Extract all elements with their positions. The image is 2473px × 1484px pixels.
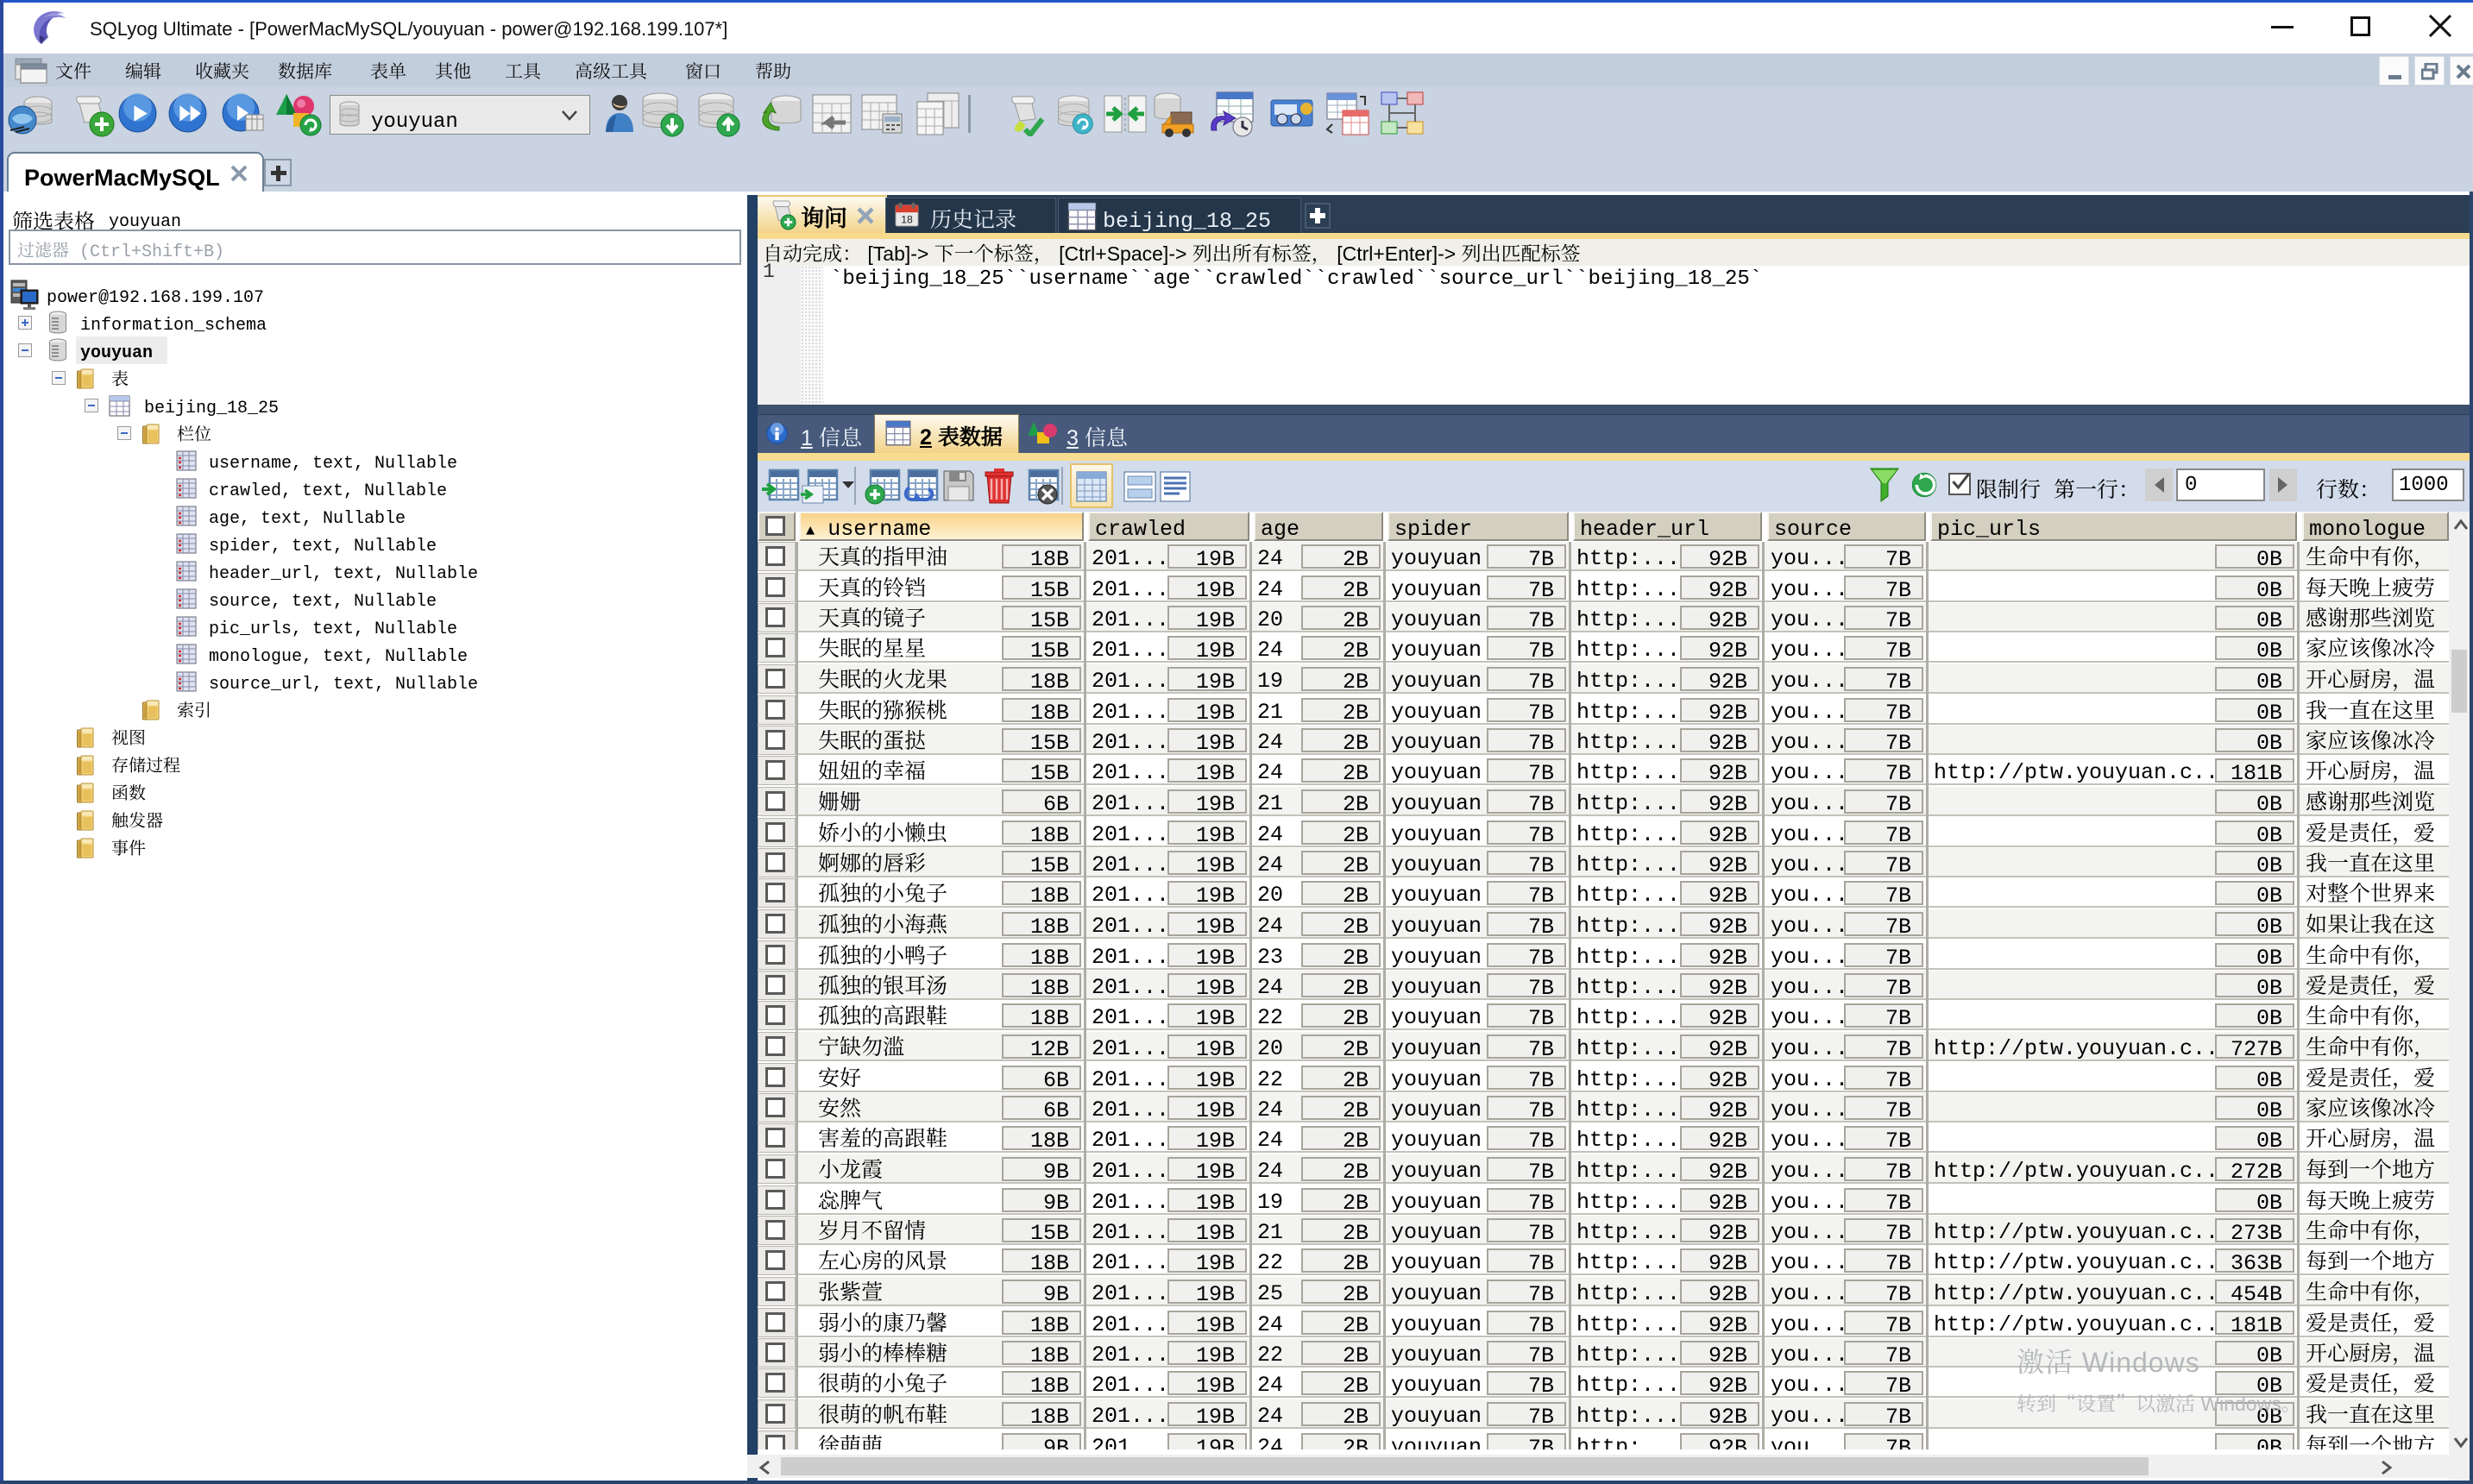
svg-text:18: 18: [901, 213, 913, 225]
